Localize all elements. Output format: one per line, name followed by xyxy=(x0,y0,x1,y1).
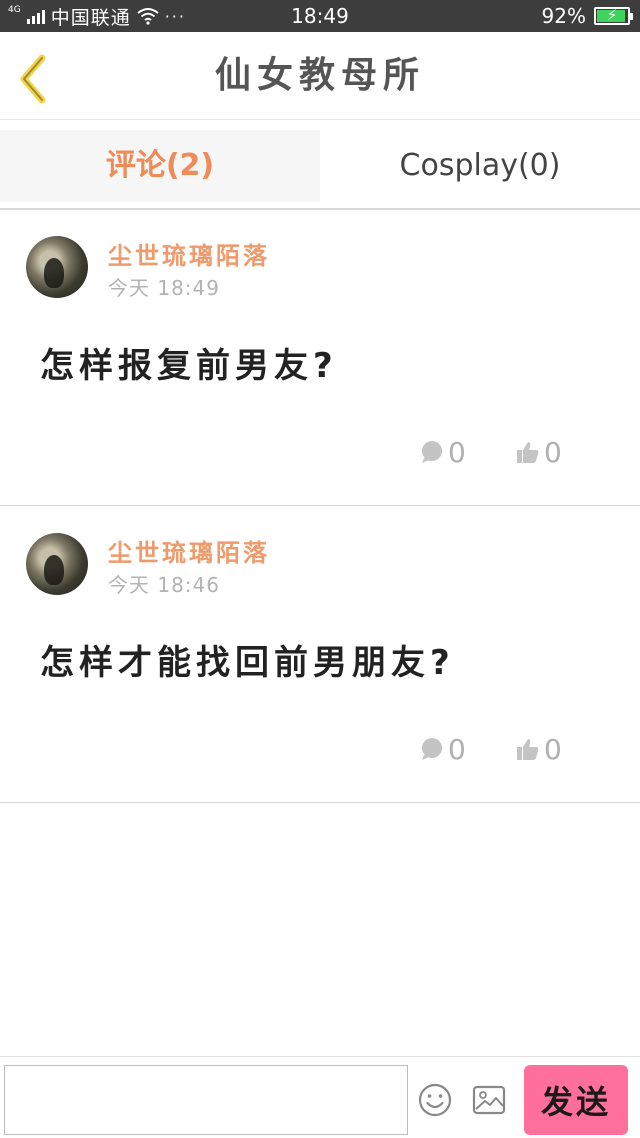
app-screen: 4G 中国联通 ··· 18:49 92% ⚡ 仙女教母所 评论(2) Cosp… xyxy=(0,0,640,1138)
comment-time: 今天 18:49 xyxy=(108,276,220,300)
avatar[interactable] xyxy=(26,236,88,298)
emoji-button[interactable] xyxy=(418,1083,452,1117)
image-icon xyxy=(472,1085,506,1115)
reply-button[interactable]: 0 xyxy=(420,434,466,470)
comment-item: 尘世琉璃陌落 今天 18:46 怎样才能找回前男朋友? 0 0 xyxy=(0,507,640,803)
tab-comments[interactable]: 评论(2) xyxy=(0,130,320,202)
comment-bubble-icon xyxy=(422,738,442,760)
like-count: 0 xyxy=(544,732,562,766)
comment-text: 怎样才能找回前男朋友? xyxy=(40,643,455,683)
page-title: 仙女教母所 xyxy=(214,55,425,96)
battery-icon: ⚡ xyxy=(594,6,633,25)
reply-button[interactable]: 0 xyxy=(420,731,466,767)
smiley-icon xyxy=(418,1083,452,1117)
avatar[interactable] xyxy=(26,533,88,595)
reply-count: 0 xyxy=(448,732,466,766)
comment-text: 怎样报复前男友? xyxy=(40,346,338,386)
status-bar: 4G 中国联通 ··· 18:49 92% ⚡ xyxy=(0,0,640,32)
like-button[interactable]: 0 xyxy=(516,731,562,767)
comment-input-bar: 发送 xyxy=(0,1056,640,1138)
like-button[interactable]: 0 xyxy=(516,434,562,470)
like-count: 0 xyxy=(544,435,562,469)
thumbs-up-icon xyxy=(517,442,539,463)
navigation-header: 仙女教母所 xyxy=(0,32,640,120)
charging-bolt-icon: ⚡ xyxy=(606,6,618,24)
back-button[interactable] xyxy=(14,54,54,104)
chevron-left-icon xyxy=(20,54,46,104)
comment-author[interactable]: 尘世琉璃陌落 xyxy=(108,236,270,271)
thumbs-up-icon xyxy=(517,739,539,760)
battery-percent: 92% xyxy=(541,4,586,28)
comment-bubble-icon xyxy=(422,441,442,463)
send-button[interactable]: 发送 xyxy=(524,1065,628,1135)
comment-time: 今天 18:46 xyxy=(108,573,220,597)
comment-author[interactable]: 尘世琉璃陌落 xyxy=(108,533,270,568)
reply-count: 0 xyxy=(448,435,466,469)
image-button[interactable] xyxy=(472,1085,506,1115)
status-right: 92% ⚡ xyxy=(541,0,633,32)
comment-input[interactable] xyxy=(4,1065,408,1135)
comment-item: 尘世琉璃陌落 今天 18:49 怎样报复前男友? 0 0 xyxy=(0,210,640,506)
tab-cosplay[interactable]: Cosplay(0) xyxy=(320,130,640,202)
tab-bar: 评论(2) Cosplay(0) xyxy=(0,130,640,202)
